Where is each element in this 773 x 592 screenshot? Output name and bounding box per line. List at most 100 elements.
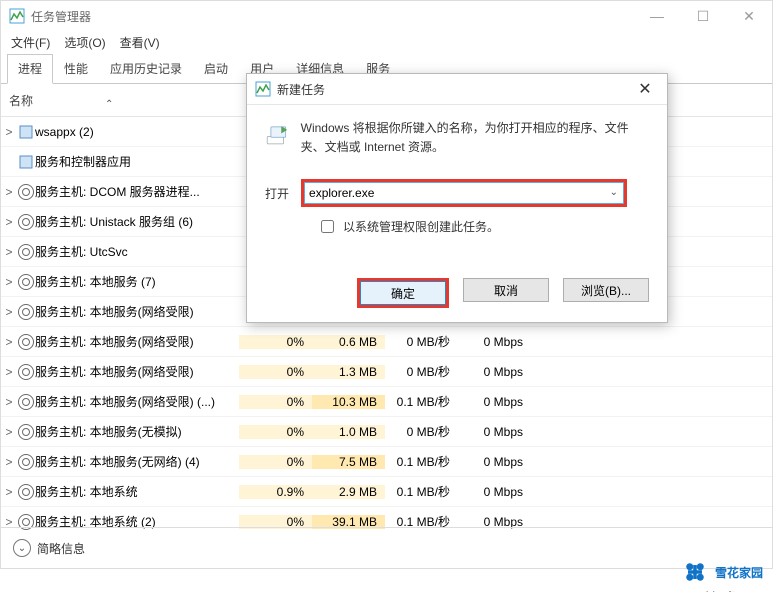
process-name: 服务主机: 本地服务(网络受限)	[35, 333, 239, 350]
tab-performance[interactable]: 性能	[53, 54, 99, 83]
tab-startup[interactable]: 启动	[193, 54, 239, 83]
process-row[interactable]: >服务主机: 本地服务(无模拟)0%1.0 MB0 MB/秒0 Mbps	[1, 417, 772, 447]
watermark: 雪花家园 www.xhjsoft.com	[569, 544, 769, 590]
process-icon	[17, 334, 35, 350]
expand-icon[interactable]: >	[1, 305, 17, 319]
process-name: 服务主机: 本地服务(网络受限)	[35, 363, 239, 380]
process-icon	[17, 244, 35, 260]
process-name: 服务主机: 本地服务(网络受限) (...)	[35, 393, 239, 410]
process-name: wsappx (2)	[35, 125, 239, 139]
process-name: 服务主机: 本地服务(网络受限)	[35, 303, 239, 320]
ok-button-highlight: 确定	[357, 278, 449, 308]
run-icon	[265, 119, 289, 151]
sort-caret-icon: ⌃	[105, 99, 113, 110]
dialog-description: Windows 将根据你所键入的名称，为你打开相应的程序、文件夹、文档或 Int…	[301, 119, 649, 157]
network-cell: 0 Mbps	[458, 485, 531, 499]
tab-app-history[interactable]: 应用历史记录	[99, 54, 193, 83]
memory-cell: 1.0 MB	[312, 425, 385, 439]
expand-icon[interactable]: >	[1, 455, 17, 469]
expand-icon[interactable]: >	[1, 245, 17, 259]
expand-icon[interactable]: >	[1, 395, 17, 409]
column-name[interactable]: 名称 ⌃	[1, 92, 253, 109]
process-row[interactable]: > 服务主机: 本地服务(网络受限)0%0.6 MB0 MB/秒0 Mbps	[1, 327, 772, 357]
watermark-brand: 雪花家园	[715, 564, 763, 581]
process-row[interactable]: > 服务主机: 本地系统0.9%2.9 MB0.1 MB/秒0 Mbps	[1, 477, 772, 507]
dialog-close-button[interactable]: ✕	[623, 74, 667, 104]
open-input[interactable]	[304, 182, 624, 204]
cpu-cell: 0%	[239, 365, 312, 379]
expand-icon[interactable]: >	[1, 485, 17, 499]
expand-icon[interactable]: >	[1, 215, 17, 229]
expand-icon[interactable]: >	[1, 185, 17, 199]
process-icon	[17, 304, 35, 320]
network-cell: 0 Mbps	[458, 455, 531, 469]
expand-icon[interactable]: >	[1, 365, 17, 379]
dialog-icon	[255, 81, 271, 97]
dialog-title: 新建任务	[277, 81, 325, 98]
process-name: 服务主机: 本地服务 (7)	[35, 273, 239, 290]
menu-file[interactable]: 文件(F)	[5, 32, 56, 53]
collapse-icon[interactable]: ⌄	[13, 539, 31, 557]
cancel-button[interactable]: 取消	[463, 278, 549, 302]
watermark-logo-icon	[681, 558, 709, 586]
process-row[interactable]: > 服务主机: 本地服务(无网络) (4)0%7.5 MB0.1 MB/秒0 Mb…	[1, 447, 772, 477]
minimize-button[interactable]: —	[634, 1, 680, 31]
process-name: 服务和控制器应用	[35, 153, 239, 170]
menu-view[interactable]: 查看(V)	[114, 32, 166, 53]
process-icon	[17, 125, 35, 139]
cpu-cell: 0%	[239, 425, 312, 439]
process-row[interactable]: > 服务主机: 本地服务(网络受限)0%1.3 MB0 MB/秒0 Mbps	[1, 357, 772, 387]
browse-button[interactable]: 浏览(B)...	[563, 278, 649, 302]
expand-icon[interactable]: >	[1, 125, 17, 139]
process-name: 服务主机: UtcSvc	[35, 243, 239, 260]
process-name: 服务主机: 本地服务(无模拟)	[35, 423, 239, 440]
titlebar[interactable]: 任务管理器 — ☐ ✕	[1, 1, 772, 31]
memory-cell: 7.5 MB	[312, 455, 385, 469]
process-icon	[17, 214, 35, 230]
process-name: 服务主机: 本地服务(无网络) (4)	[35, 453, 239, 470]
dialog-titlebar[interactable]: 新建任务 ✕	[247, 74, 667, 105]
network-cell: 0 Mbps	[458, 365, 531, 379]
process-name: 服务主机: Unistack 服务组 (6)	[35, 213, 239, 230]
expand-icon[interactable]: >	[1, 335, 17, 349]
close-button[interactable]: ✕	[726, 1, 772, 31]
process-name: 服务主机: DCOM 服务器进程...	[35, 183, 239, 200]
process-icon	[17, 394, 35, 410]
process-icon	[17, 484, 35, 500]
memory-cell: 2.9 MB	[312, 485, 385, 499]
network-cell: 0 Mbps	[458, 395, 531, 409]
open-input-highlight: ⌄	[301, 179, 627, 207]
app-icon	[9, 8, 25, 24]
expand-icon[interactable]: >	[1, 275, 17, 289]
process-icon	[17, 424, 35, 440]
disk-cell: 0 MB/秒	[385, 333, 458, 350]
disk-cell: 0 MB/秒	[385, 363, 458, 380]
process-name: 服务主机: 本地系统	[35, 483, 239, 500]
footer-label[interactable]: 简略信息	[37, 540, 85, 557]
cpu-cell: 0%	[239, 395, 312, 409]
cpu-cell: 0.9%	[239, 485, 312, 499]
new-task-dialog: 新建任务 ✕ Windows 将根据你所键入的名称，为你打开相应的程序、文件夹、…	[246, 73, 668, 323]
ok-button[interactable]: 确定	[360, 281, 446, 305]
menu-options[interactable]: 选项(O)	[58, 32, 111, 53]
process-row[interactable]: >服务主机: 本地服务(网络受限) (...)0%10.3 MB0.1 MB/秒…	[1, 387, 772, 417]
process-icon	[17, 155, 35, 169]
admin-label: 以系统管理权限创建此任务。	[343, 218, 499, 235]
memory-cell: 0.6 MB	[312, 335, 385, 349]
cpu-cell: 0%	[239, 335, 312, 349]
maximize-button[interactable]: ☐	[680, 1, 726, 31]
memory-cell: 10.3 MB	[312, 395, 385, 409]
admin-checkbox[interactable]	[321, 220, 334, 233]
disk-cell: 0.1 MB/秒	[385, 453, 458, 470]
memory-cell: 1.3 MB	[312, 365, 385, 379]
tab-processes[interactable]: 进程	[7, 54, 53, 84]
process-icon	[17, 274, 35, 290]
network-cell: 0 Mbps	[458, 335, 531, 349]
expand-icon[interactable]: >	[1, 425, 17, 439]
process-icon	[17, 364, 35, 380]
window-title: 任务管理器	[31, 8, 91, 25]
disk-cell: 0.1 MB/秒	[385, 483, 458, 500]
open-label: 打开	[265, 185, 289, 202]
disk-cell: 0 MB/秒	[385, 423, 458, 440]
cpu-cell: 0%	[239, 455, 312, 469]
